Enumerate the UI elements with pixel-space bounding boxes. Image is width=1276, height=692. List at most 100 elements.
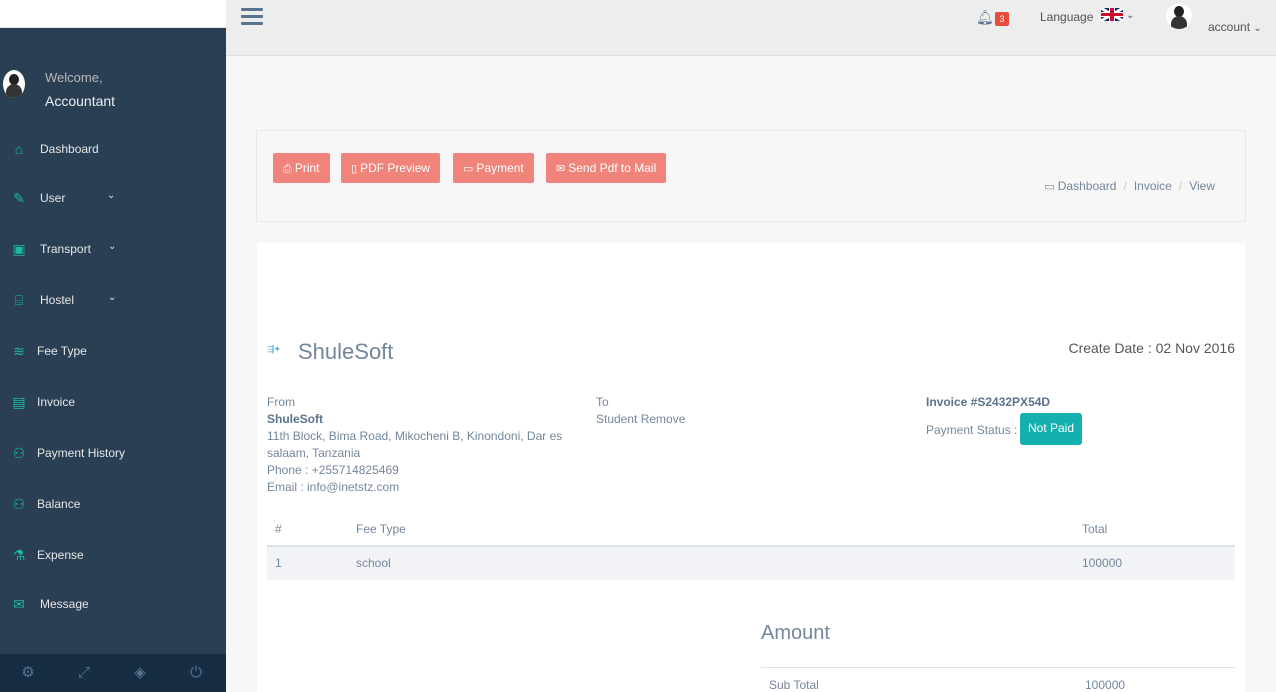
sidebar-item-payment-history[interactable]: ⚇ Payment History bbox=[0, 438, 226, 468]
edit-icon: ✎ bbox=[13, 190, 25, 206]
profile-avatar bbox=[3, 70, 25, 98]
uk-flag-icon[interactable] bbox=[1101, 8, 1123, 21]
action-panel: ⎙ Print ▯ PDF Preview ▭ Payment ✉ Send Pdf t… bbox=[256, 130, 1246, 222]
to-address: To Student Remove bbox=[596, 394, 796, 428]
chevron-down-icon: ⌄ bbox=[108, 241, 117, 252]
sidebar-footer: ⚙ ⤢ ◈ ⏻ bbox=[0, 654, 226, 692]
to-label: To bbox=[596, 395, 609, 409]
fee-table: # Fee Type Total 1 school 100000 bbox=[267, 513, 1235, 580]
credit-card-icon: ▭ bbox=[463, 163, 474, 175]
pdf-preview-label: PDF Preview bbox=[360, 161, 431, 175]
envelope-icon: ✉ bbox=[556, 163, 566, 175]
fullscreen-icon[interactable]: ⤢ bbox=[56, 654, 112, 692]
from-phone: Phone : +255714825469 bbox=[267, 463, 399, 477]
coins-icon: ≋ bbox=[13, 343, 25, 359]
sidebar-item-label: Hostel bbox=[40, 293, 75, 307]
bus-icon: ▣ bbox=[12, 241, 26, 257]
language-label[interactable]: Language bbox=[1040, 10, 1093, 24]
payment-label: Payment bbox=[476, 161, 524, 175]
sidebar-item-user[interactable]: ✎ User ⌄ bbox=[0, 183, 226, 213]
from-address-text: 11th Block, Bima Road, Mikocheni B, Kino… bbox=[267, 429, 563, 460]
subtotal-label: Sub Total bbox=[769, 678, 819, 692]
from-email: Email : info@inetstz.com bbox=[267, 480, 400, 494]
welcome-text: Welcome, bbox=[45, 70, 103, 85]
sidebar-item-label: User bbox=[40, 191, 66, 205]
status-badge: Not Paid bbox=[1020, 413, 1083, 445]
payment-history-icon: ⚇ bbox=[12, 445, 26, 461]
breadcrumb-dashboard[interactable]: Dashboard bbox=[1058, 179, 1117, 193]
home-icon: ⌂ bbox=[14, 141, 24, 157]
profile-block: Welcome, Accountant bbox=[0, 66, 226, 122]
sidebar-item-label: Fee Type bbox=[37, 344, 87, 358]
column-header: # bbox=[275, 522, 282, 536]
account-menu[interactable]: account ⌄ bbox=[1208, 20, 1262, 34]
print-icon: ⎙ bbox=[283, 163, 292, 175]
divider bbox=[761, 667, 1235, 668]
sidebar-item-dashboard[interactable]: ⌂ Dashboard bbox=[0, 134, 226, 164]
from-name: ShuleSoft bbox=[267, 412, 323, 426]
sidebar-item-hostel[interactable]: ⌸ Hostel ⌄ bbox=[0, 285, 226, 315]
sidebar-item-message[interactable]: ✉ Message bbox=[0, 589, 226, 619]
sidebar-item-label: Message bbox=[40, 597, 89, 611]
chevron-down-icon: ⌄ bbox=[108, 292, 117, 303]
breadcrumb: ▭ Dashboard / Invoice / View bbox=[1044, 179, 1215, 193]
sidebar-item-transport[interactable]: ▣ Transport ⌄ bbox=[0, 234, 226, 264]
chevron-down-icon[interactable]: ⌄ bbox=[1126, 10, 1134, 21]
sidebar-item-label: Balance bbox=[37, 497, 81, 511]
sidebar-item-fee-type[interactable]: ≋ Fee Type bbox=[0, 336, 226, 366]
table-cell: school bbox=[356, 556, 391, 570]
sidebar-logo-area bbox=[0, 0, 226, 28]
send-pdf-label: Send Pdf to Mail bbox=[568, 161, 657, 175]
table-cell: 1 bbox=[275, 556, 282, 570]
invoice-number: Invoice #S2432PX54D bbox=[926, 395, 1051, 409]
notification-badge: 3 bbox=[995, 12, 1009, 26]
subtotal-value: 100000 bbox=[1085, 678, 1126, 692]
brand-name: ShuleSoft bbox=[298, 339, 394, 364]
sidebar-item-balance[interactable]: ⚇ Balance bbox=[0, 489, 226, 519]
to-name: Student Remove bbox=[596, 412, 686, 426]
sidebar: Welcome, Accountant ⌂ Dashboard ✎ User ⌄ ▣ Tra… bbox=[0, 0, 226, 692]
print-label: Print bbox=[294, 161, 320, 175]
sidebar-item-expense[interactable]: ⚗ Expense bbox=[0, 540, 226, 570]
laptop-icon: ▭ bbox=[1044, 181, 1055, 193]
user-name: Accountant bbox=[45, 93, 116, 109]
print-button[interactable]: ⎙ Print bbox=[273, 153, 330, 183]
table-header: # Fee Type Total bbox=[267, 513, 1235, 547]
invoice-panel: ⇶✦ ShuleSoft Create Date : 02 Nov 2016 F… bbox=[257, 243, 1245, 692]
sidebar-item-label: Transport bbox=[40, 242, 91, 256]
account-label: account bbox=[1208, 20, 1251, 34]
from-label: From bbox=[267, 395, 295, 409]
column-header: Total bbox=[1082, 522, 1108, 536]
chevron-down-icon: ⌄ bbox=[107, 190, 116, 201]
balance-icon: ⚇ bbox=[12, 496, 26, 512]
sidebar-item-invoice[interactable]: ▤ Invoice bbox=[0, 387, 226, 417]
invoice-icon: ▤ bbox=[12, 394, 26, 410]
table-row: 1 school 100000 bbox=[267, 547, 1235, 580]
invoice-info: Invoice #S2432PX54D Payment Status : Not… bbox=[926, 394, 1226, 445]
send-pdf-button[interactable]: ✉ Send Pdf to Mail bbox=[546, 153, 667, 183]
breadcrumb-invoice[interactable]: Invoice bbox=[1134, 179, 1172, 193]
menu-toggle-icon[interactable] bbox=[241, 8, 263, 28]
file-icon: ▯ bbox=[351, 163, 358, 175]
from-address: From ShuleSoft 11th Block, Bima Road, Mi… bbox=[267, 394, 577, 496]
table-cell: 100000 bbox=[1082, 556, 1123, 570]
amount-heading: Amount bbox=[761, 622, 830, 644]
bed-icon: ⌸ bbox=[14, 292, 24, 308]
payment-button[interactable]: ▭ Payment bbox=[453, 153, 534, 183]
create-date: Create Date : 02 Nov 2016 bbox=[1068, 340, 1235, 356]
sidebar-item-label: Expense bbox=[37, 548, 84, 562]
sidebar-item-label: Dashboard bbox=[40, 142, 99, 156]
bell-icon[interactable]: 🔔︎ bbox=[976, 9, 994, 25]
account-avatar[interactable] bbox=[1166, 3, 1192, 29]
logo-icon: ⇶✦ bbox=[267, 344, 281, 354]
power-icon[interactable]: ⏻ bbox=[168, 654, 224, 692]
column-header: Fee Type bbox=[356, 522, 406, 536]
expense-icon: ⚗ bbox=[12, 547, 26, 563]
chevron-down-icon: ⌄ bbox=[1253, 23, 1262, 34]
breadcrumb-view: View bbox=[1189, 179, 1215, 193]
pdf-preview-button[interactable]: ▯ PDF Preview bbox=[341, 153, 441, 183]
payment-status-label: Payment Status : bbox=[926, 423, 1018, 437]
sidebar-item-label: Payment History bbox=[37, 446, 126, 460]
eye-slash-icon[interactable]: ◈ bbox=[112, 654, 168, 692]
settings-icon[interactable]: ⚙ bbox=[0, 654, 56, 692]
